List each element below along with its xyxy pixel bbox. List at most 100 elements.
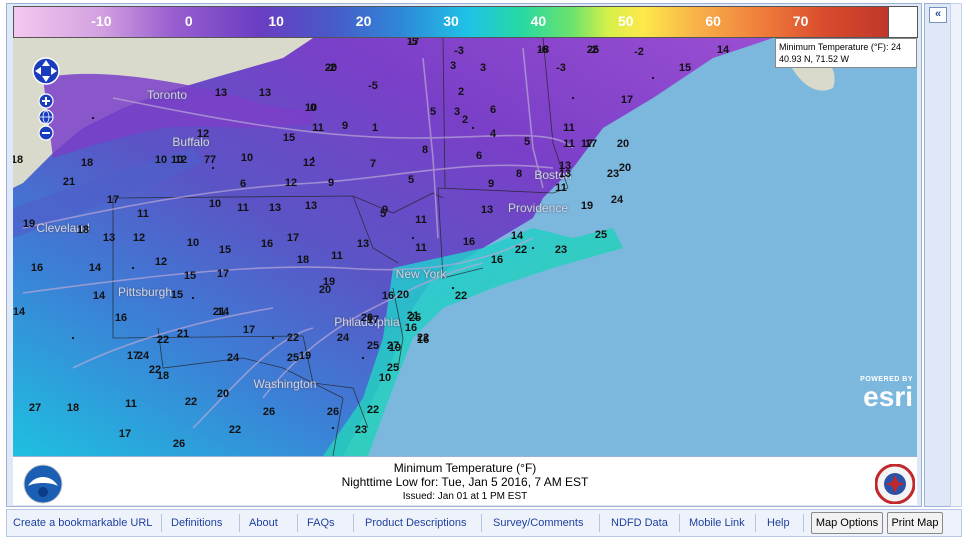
- temperature-value: 13: [268, 202, 282, 214]
- temperature-value: 18: [80, 157, 94, 169]
- city-label: Providence: [507, 201, 569, 215]
- temperature-value: 7: [369, 158, 377, 170]
- temperature-value: 16: [30, 262, 44, 274]
- temperature-value: 11: [331, 250, 343, 262]
- temperature-value: 24: [610, 194, 624, 206]
- temperature-value: 12: [284, 177, 298, 189]
- city-label: New York: [395, 267, 447, 281]
- temperature-value: 21: [176, 328, 190, 340]
- temperature-value: 12: [154, 256, 168, 268]
- expand-panel-button[interactable]: «: [929, 7, 947, 23]
- temperature-value: 17: [118, 428, 132, 440]
- temperature-value: 11: [137, 208, 149, 220]
- temperature-value: 20: [324, 62, 338, 74]
- temperature-value: 11: [415, 242, 427, 254]
- globe-icon[interactable]: [38, 109, 54, 125]
- temperature-value: 24: [136, 350, 150, 362]
- temperature-value: 16: [490, 254, 504, 266]
- footer-separator: [161, 514, 162, 532]
- temperature-value: 2: [457, 86, 465, 98]
- legend-label: 10: [268, 13, 284, 29]
- definitions-link[interactable]: Definitions: [171, 517, 222, 529]
- print-map-button[interactable]: Print Map: [887, 512, 943, 534]
- zoom-in-button[interactable]: [38, 93, 54, 109]
- temperature-value: -3: [556, 62, 566, 74]
- temperature-value: 15: [678, 62, 692, 74]
- temperature-value: 24: [336, 332, 350, 344]
- legend-label: 50: [618, 13, 634, 29]
- temperature-value: 15: [170, 289, 184, 301]
- ndfd-data-link[interactable]: NDFD Data: [611, 517, 668, 529]
- product-descriptions-link[interactable]: Product Descriptions: [365, 517, 467, 529]
- temperature-value: 23: [354, 424, 368, 436]
- temperature-value: 13: [480, 204, 494, 216]
- temperature-value: 12: [196, 128, 210, 140]
- temperature-value: 10: [240, 152, 254, 164]
- map-panel: -10 0 10 20 30 40 50 60 70 Toronto Buffa…: [6, 3, 922, 507]
- esri-logo: POWERED BY esri: [853, 376, 913, 416]
- temperature-value: 14: [92, 290, 106, 302]
- temperature-value: 16: [260, 238, 274, 250]
- temperature-value: 21: [212, 306, 226, 318]
- temperature-value: 19: [580, 200, 594, 212]
- temperature-value: 22: [416, 332, 430, 344]
- caption-title: Minimum Temperature (°F): [393, 461, 537, 475]
- about-link[interactable]: About: [249, 517, 278, 529]
- temperature-map[interactable]: Toronto Buffalo Cleveland Pittsburgh New…: [13, 38, 917, 456]
- zoom-out-button[interactable]: [38, 125, 54, 141]
- temperature-value: 9: [341, 120, 349, 132]
- temperature-value: 8: [515, 168, 523, 180]
- bookmark-url-link[interactable]: Create a bookmarkable URL: [13, 517, 152, 529]
- temperature-value: 23: [606, 168, 620, 180]
- temperature-value: 12: [132, 232, 146, 244]
- temperature-value: 2: [461, 114, 469, 126]
- temperature-value: 8: [421, 144, 429, 156]
- temperature-value: 9: [381, 204, 389, 216]
- temperature-value: 21: [62, 176, 76, 188]
- temperature-value: 19: [388, 342, 402, 354]
- temperature-value: 14: [88, 262, 102, 274]
- legend-label: -10: [91, 13, 112, 29]
- temperature-value: 17: [242, 324, 256, 336]
- temperature-value: 11: [125, 398, 137, 410]
- help-link[interactable]: Help: [767, 517, 790, 529]
- caption-issued-time: Issued: Jan 01 at 1 PM EST: [402, 491, 528, 502]
- footer-bar: Create a bookmarkable URL Definitions Ab…: [6, 509, 962, 537]
- footer-separator: [755, 514, 756, 532]
- temperature-value: 11: [237, 202, 249, 214]
- temperature-value: 7: [203, 154, 211, 166]
- footer-separator: [679, 514, 680, 532]
- legend-label: 0: [184, 13, 193, 29]
- footer-separator: [481, 514, 482, 532]
- temperature-value: 18: [536, 44, 550, 56]
- mobile-link[interactable]: Mobile Link: [689, 517, 745, 529]
- temperature-value: 24: [226, 352, 240, 364]
- temperature-value: 13: [356, 238, 370, 250]
- temperature-value: 18: [13, 154, 24, 166]
- side-panel-collapsed: «: [924, 3, 951, 507]
- temperature-value: 22: [228, 424, 242, 436]
- caption-valid-time: Nighttime Low for: Tue, Jan 5 2016, 7 AM…: [341, 475, 589, 489]
- point-info-popup: Minimum Temperature (°F): 24 40.93 N, 71…: [775, 38, 917, 68]
- temperature-value: 5: [429, 106, 437, 118]
- temperature-value: 14: [716, 44, 730, 56]
- temperature-value: 26: [172, 438, 186, 450]
- temperature-value: 25: [594, 229, 608, 241]
- survey-comments-link[interactable]: Survey/Comments: [493, 517, 583, 529]
- pan-control[interactable]: [32, 57, 60, 85]
- temperature-value: 11: [415, 214, 427, 226]
- temperature-value: 10: [170, 154, 184, 166]
- temperature-value: 13: [102, 232, 116, 244]
- temperature-value: 6: [475, 150, 483, 162]
- temperature-value: 15: [183, 270, 197, 282]
- map-options-button[interactable]: Map Options: [811, 512, 883, 534]
- map-navigation-controls: [26, 51, 66, 151]
- temperature-value: 5: [523, 136, 531, 148]
- temperature-value: 13: [214, 87, 228, 99]
- footer-separator: [353, 514, 354, 532]
- temperature-value: 20: [318, 284, 332, 296]
- page-scroll-strip[interactable]: [950, 3, 962, 507]
- temperature-value: 16: [381, 290, 395, 302]
- faqs-link[interactable]: FAQs: [307, 517, 335, 529]
- temperature-value: 17: [216, 268, 230, 280]
